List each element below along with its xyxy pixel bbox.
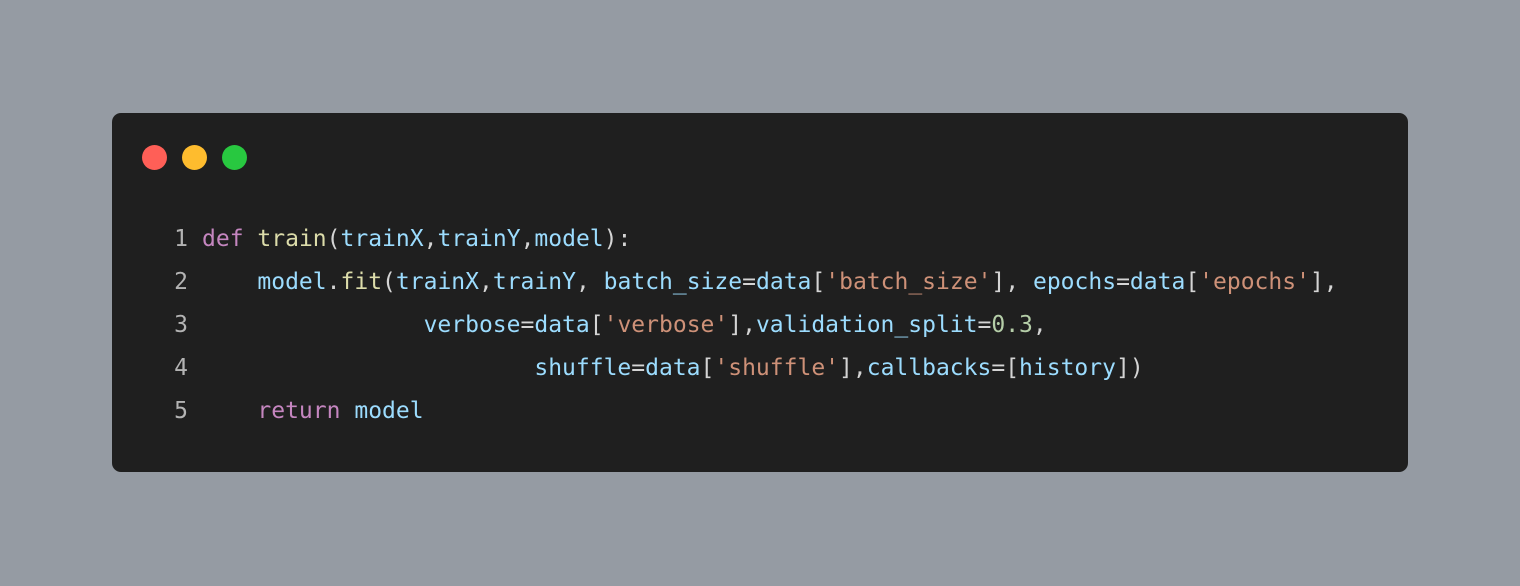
code-text: def train(trainX,trainY,model): xyxy=(202,218,631,261)
code-token: ], xyxy=(728,312,756,338)
code-token: trainY xyxy=(437,226,521,252)
line-number: 4 xyxy=(174,355,188,381)
code-token: model xyxy=(534,226,604,252)
code-line: 1 def train(trainX,trainY,model): xyxy=(112,218,1408,261)
code-token: trainY xyxy=(492,269,576,295)
code-token: ( xyxy=(382,269,396,295)
code-token: 'epochs' xyxy=(1199,269,1310,295)
code-token: callbacks xyxy=(866,355,992,381)
code-token: def xyxy=(202,226,244,252)
code-token: = xyxy=(520,312,535,338)
code-token: , xyxy=(575,269,604,295)
minimize-dot-icon[interactable] xyxy=(182,145,207,170)
code-token: ( xyxy=(326,226,341,252)
code-token: [ xyxy=(1185,269,1200,295)
code-token: trainX xyxy=(395,269,479,295)
code-token: model xyxy=(257,269,327,295)
code-token: data xyxy=(534,312,590,338)
code-token: ], xyxy=(839,355,867,381)
code-token: 'batch_size' xyxy=(825,269,992,295)
code-text: model.fit(trainX,trainY, batch_size=data… xyxy=(202,261,1338,304)
code-token: ): xyxy=(603,226,632,252)
code-text: shuffle=data['shuffle'],callbacks=[histo… xyxy=(202,347,1144,390)
code-token: , xyxy=(423,226,438,252)
code-token: ], xyxy=(991,269,1033,295)
code-token: , xyxy=(479,269,493,295)
code-line: 5 return model xyxy=(112,390,1408,433)
line-number: 1 xyxy=(174,226,188,252)
code-token: , xyxy=(1032,312,1047,338)
code-text: return model xyxy=(202,390,424,433)
line-number: 2 xyxy=(174,269,188,295)
code-line: 2 model.fit(trainX,trainY, batch_size=da… xyxy=(112,261,1408,304)
code-token: return xyxy=(257,398,341,424)
code-token: , xyxy=(520,226,535,252)
maximize-dot-icon[interactable] xyxy=(222,145,247,170)
code-token: data xyxy=(645,355,701,381)
code-token: =[ xyxy=(991,355,1020,381)
code-token: [ xyxy=(700,355,715,381)
code-token: shuffle xyxy=(534,355,632,381)
code-token: = xyxy=(742,269,756,295)
code-token: data xyxy=(1129,269,1186,295)
code-window: 1 def train(trainX,trainY,model): 2 model.… xyxy=(112,113,1408,472)
code-token: [ xyxy=(811,269,826,295)
line-number: 5 xyxy=(174,398,188,424)
code-token: fit xyxy=(340,269,383,295)
code-token: 0.3 xyxy=(991,312,1033,338)
code-token: validation_split xyxy=(755,312,978,338)
code-token: = xyxy=(631,355,646,381)
code-line: 4 shuffle=data['shuffle'],callbacks=[his… xyxy=(112,347,1408,390)
code-token: data xyxy=(756,269,812,295)
code-token: ]) xyxy=(1115,355,1144,381)
line-number: 3 xyxy=(174,312,188,338)
code-token: 'shuffle' xyxy=(714,355,840,381)
code-token: epochs xyxy=(1032,269,1117,295)
code-token: model xyxy=(354,398,424,424)
code-token: . xyxy=(326,269,341,295)
code-token: trainX xyxy=(340,226,424,252)
code-token: [ xyxy=(589,312,604,338)
code-token: ], xyxy=(1309,269,1338,295)
close-dot-icon[interactable] xyxy=(142,145,167,170)
code-token: 'verbose' xyxy=(603,312,729,338)
code-line: 3 verbose=data['verbose'],validation_spl… xyxy=(112,304,1408,347)
code-token: history xyxy=(1019,355,1116,381)
code-token: verbose xyxy=(423,312,521,338)
code-token: batch_size xyxy=(603,269,743,295)
code-text: verbose=data['verbose'],validation_split… xyxy=(202,304,1047,347)
code-token: = xyxy=(1116,269,1130,295)
code-token: = xyxy=(977,312,992,338)
code-token: train xyxy=(257,226,327,252)
page-background: 1 def train(trainX,trainY,model): 2 model.… xyxy=(0,0,1520,586)
